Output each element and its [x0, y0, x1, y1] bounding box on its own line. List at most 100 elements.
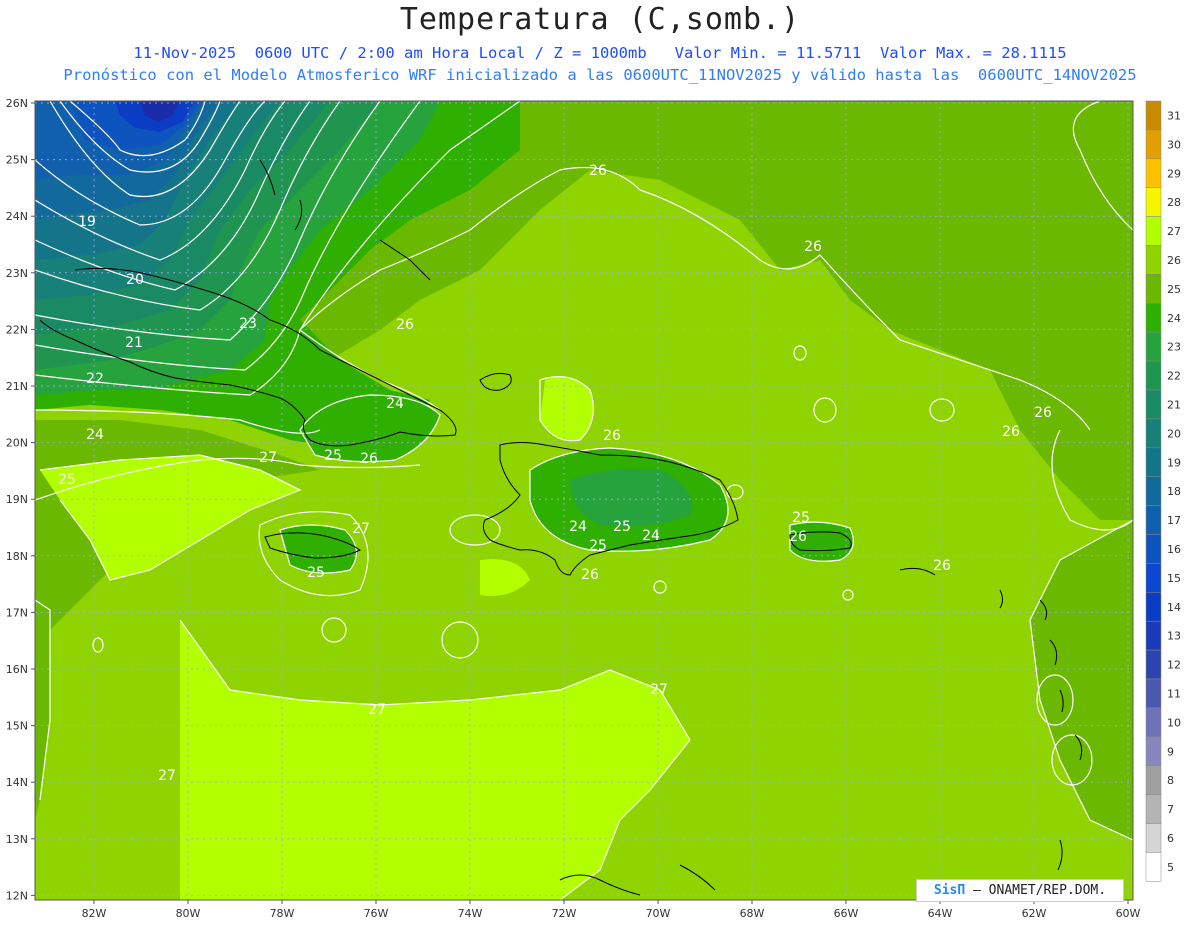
- lon-label: 60W: [1116, 907, 1141, 920]
- contour-label: 25: [324, 448, 342, 464]
- contour-label: 25: [792, 510, 810, 526]
- colorbar-swatch: [1145, 360, 1162, 391]
- contour-label: 25: [307, 565, 325, 581]
- contour-label: 26: [360, 451, 378, 467]
- lat-label: 14N: [6, 776, 28, 789]
- credit-text: – ONAMET/REP.DOM.: [965, 883, 1107, 898]
- lon-label: 80W: [176, 907, 201, 920]
- colorbar: 31 30 29 28 27 26 25 24 23 22 21 20 19 18 17 16 15 14 13 12…: [1145, 100, 1181, 882]
- colorbar-label: 30: [1167, 138, 1181, 151]
- contour-label: 26: [581, 567, 599, 583]
- colorbar-label: 31: [1167, 109, 1181, 122]
- colorbar-swatch: [1145, 274, 1162, 304]
- contour-label: 27: [650, 682, 668, 698]
- contour-label: 27: [352, 521, 370, 537]
- contour-label: 26: [589, 163, 607, 179]
- colorbar-swatch: [1145, 765, 1162, 795]
- colorbar-label: 8: [1167, 774, 1174, 787]
- contour-label: 26: [1034, 405, 1052, 421]
- colorbar-label: 27: [1167, 225, 1181, 238]
- colorbar-swatch: [1145, 852, 1162, 882]
- contour-label: 22: [86, 371, 104, 387]
- credit-brand: SisΠ: [933, 883, 966, 898]
- colorbar-swatch: [1145, 563, 1162, 593]
- lon-label: 72W: [552, 907, 577, 920]
- lat-label: 21N: [6, 380, 28, 393]
- lat-label: 16N: [6, 663, 28, 676]
- colorbar-swatch: [1145, 187, 1162, 217]
- temperature-map: 2626262626261920232122242525 262427272625…: [6, 97, 1181, 920]
- contour-label: 26: [603, 428, 621, 444]
- colorbar-swatch: [1145, 331, 1162, 362]
- contour-label: 24: [569, 519, 587, 535]
- colorbar-label: 6: [1167, 832, 1174, 845]
- contour-label: 25: [58, 472, 76, 488]
- contour-label: 24: [642, 528, 660, 544]
- colorbar-swatch: [1145, 620, 1162, 651]
- contour-label: 24: [86, 427, 104, 443]
- contour-label: 27: [158, 768, 176, 784]
- colorbar-swatch: [1145, 736, 1162, 766]
- lat-label: 22N: [6, 323, 28, 336]
- colorbar-swatch: [1145, 794, 1162, 824]
- colorbar-label: 14: [1167, 601, 1181, 614]
- lat-label: 19N: [6, 493, 28, 506]
- lat-label: 12N: [6, 889, 28, 902]
- colorbar-swatch: [1145, 534, 1162, 564]
- lon-label: 76W: [364, 907, 389, 920]
- colorbar-swatch: [1145, 158, 1162, 188]
- contour-label: 25: [589, 538, 607, 554]
- contour-label: 20: [126, 272, 144, 288]
- colorbar-label: 22: [1167, 370, 1181, 383]
- colorbar-label: 13: [1167, 630, 1181, 643]
- colorbar-swatch: [1145, 129, 1162, 160]
- contour-label: 25: [613, 519, 631, 535]
- contour-label: 26: [1002, 424, 1020, 440]
- lon-label: 62W: [1022, 907, 1047, 920]
- colorbar-label: 21: [1167, 398, 1181, 411]
- contour-label: 26: [396, 317, 414, 333]
- lat-label: 15N: [6, 720, 28, 733]
- colorbar-label: 15: [1167, 572, 1181, 585]
- contour-label: 19: [78, 214, 96, 230]
- lat-label: 20N: [6, 437, 28, 450]
- lon-label: 82W: [82, 907, 107, 920]
- contour-label: 21: [125, 335, 143, 351]
- colorbar-label: 24: [1167, 312, 1181, 325]
- colorbar-label: 23: [1167, 341, 1181, 354]
- credit-box: SisΠ – ONAMET/REP.DOM.: [916, 879, 1124, 902]
- colorbar-swatch: [1145, 389, 1162, 420]
- colorbar-swatch: [1145, 592, 1162, 622]
- colorbar-label: 17: [1167, 514, 1181, 527]
- lon-label: 66W: [834, 907, 859, 920]
- colorbar-swatch: [1145, 823, 1162, 853]
- colorbar-swatch: [1145, 649, 1162, 680]
- colorbar-label: 28: [1167, 196, 1181, 209]
- colorbar-label: 26: [1167, 254, 1181, 267]
- colorbar-label: 11: [1167, 687, 1181, 700]
- colorbar-swatch: [1145, 216, 1162, 246]
- colorbar-label: 16: [1167, 543, 1181, 556]
- colorbar-swatch: [1145, 245, 1162, 275]
- colorbar-label: 29: [1167, 167, 1181, 180]
- colorbar-label: 5: [1167, 861, 1174, 874]
- lat-label: 17N: [6, 606, 28, 619]
- lat-label: 26N: [6, 97, 28, 110]
- colorbar-swatch: [1145, 505, 1162, 535]
- colorbar-swatch: [1145, 447, 1162, 477]
- colorbar-label: 9: [1167, 745, 1174, 758]
- colorbar-swatch: [1145, 678, 1162, 709]
- lat-label: 24N: [6, 210, 28, 223]
- colorbar-label: 7: [1167, 803, 1174, 816]
- lat-label: 23N: [6, 267, 28, 280]
- contour-label: 26: [789, 529, 807, 545]
- colorbar-swatch: [1145, 418, 1162, 449]
- lon-label: 68W: [740, 907, 765, 920]
- contour-label: 27: [259, 450, 277, 466]
- colorbar-swatch: [1145, 303, 1162, 333]
- lon-label: 74W: [458, 907, 483, 920]
- lon-label: 64W: [928, 907, 953, 920]
- contour-label: 23: [239, 316, 257, 332]
- contour-label: 26: [933, 558, 951, 574]
- colorbar-label: 12: [1167, 659, 1181, 672]
